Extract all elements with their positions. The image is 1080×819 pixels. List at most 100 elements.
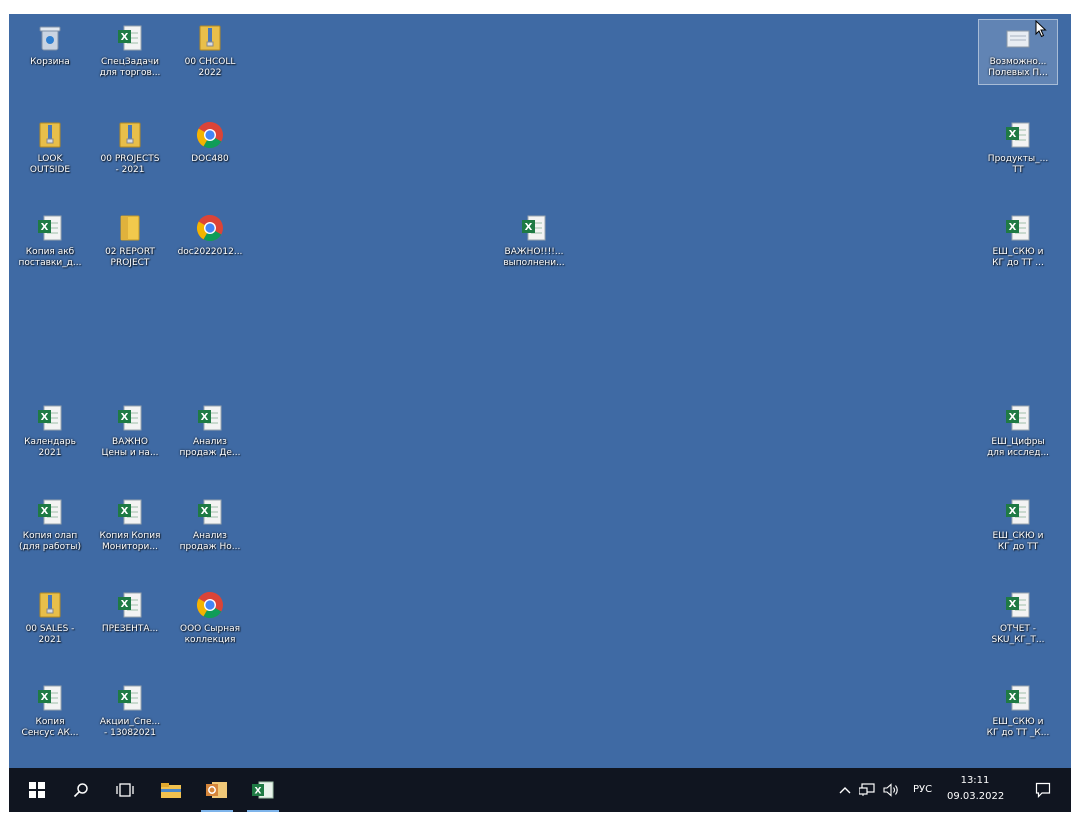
excel-file-icon: X: [35, 212, 65, 244]
mouse-cursor-icon: [1035, 19, 1047, 42]
excel-file-icon: X: [35, 496, 65, 528]
desktop-icon-00-chcoll[interactable]: 00 CHCOLL 2022: [171, 20, 249, 84]
desktop-icon-excel[interactable]: X ЕШ_СКЮ и КГ до ТТ: [979, 494, 1057, 558]
desktop-icon-excel[interactable]: X Копия Копия Монитори...: [91, 494, 169, 558]
desktop-icon-excel[interactable]: X ВАЖНО!!!!... выполнени...: [495, 210, 573, 274]
desktop-icon-00-projects[interactable]: 00 PROJECTS - 2021: [91, 117, 169, 181]
desktop-icon-label: ОТЧЕТ - SKU_КГ_Т...: [991, 624, 1045, 645]
action-center-button[interactable]: [1023, 768, 1063, 812]
desktop-icon-doc2022012[interactable]: doc2022012...: [171, 210, 249, 274]
desktop-icon-excel[interactable]: X ВАЖНО Цены и на...: [91, 400, 169, 464]
desktop-icon-excel[interactable]: X Продукты_... ТТ: [979, 117, 1057, 181]
svg-text:X: X: [41, 506, 49, 517]
desktop[interactable]: Корзина LOOK OUTSIDE X Копия акб поставк…: [9, 14, 1071, 768]
desktop-icon-label: 00 SALES - 2021: [25, 624, 75, 645]
desktop-icon-label: ВАЖНО!!!!... выполнени...: [503, 247, 565, 268]
desktop-icon-00-sales[interactable]: 00 SALES - 2021: [11, 587, 89, 651]
desktop-icon-label: СпецЗадачи для торгов...: [99, 57, 161, 78]
desktop-icon-look-outside[interactable]: LOOK OUTSIDE: [11, 117, 89, 181]
desktop-icon-ooo-syrnaya[interactable]: ООО Сырная коллекция: [171, 587, 249, 651]
excel-file-icon: X: [115, 402, 145, 434]
desktop-icon-label: ООО Сырная коллекция: [179, 624, 241, 645]
desktop-icon-excel[interactable]: X СпецЗадачи для торгов...: [91, 20, 169, 84]
taskbar-outlook[interactable]: [197, 768, 237, 812]
desktop-icon-excel[interactable]: X Копия олап (для работы): [11, 494, 89, 558]
svg-text:X: X: [1009, 222, 1017, 233]
network-button[interactable]: [855, 768, 879, 812]
volume-button[interactable]: [879, 768, 905, 812]
desktop-icon-label: Анализ продаж Де...: [179, 437, 241, 458]
desktop-icon-label: ЕШ_СКЮ и КГ до ТТ: [992, 531, 1044, 552]
svg-text:X: X: [41, 222, 49, 233]
search-button[interactable]: [61, 768, 101, 812]
clock-date: 09.03.2022: [947, 791, 1005, 802]
desktop-icon-excel[interactable]: X ЕШ_Цифры для исслед...: [979, 400, 1057, 464]
taskbar-file-explorer[interactable]: [151, 768, 191, 812]
desktop-icon-label: doc2022012...: [177, 247, 243, 257]
input-language-indicator[interactable]: РУС: [913, 784, 932, 795]
task-view-button[interactable]: [105, 768, 145, 812]
desktop-icon-excel[interactable]: X ЕШ_СКЮ и КГ до ТТ _К...: [979, 680, 1057, 744]
svg-text:X: X: [1009, 412, 1017, 423]
desktop-icon-label: 02 REPORT PROJECT: [105, 247, 155, 268]
svg-text:X: X: [255, 787, 262, 797]
compressed-folder-icon: [195, 22, 225, 54]
outlook-icon: [206, 782, 227, 798]
desktop-icon-excel[interactable]: X Календарь 2021: [11, 400, 89, 464]
desktop-icon-label: Возможно... Полевых П...: [988, 57, 1048, 78]
desktop-icon-doc480[interactable]: DOC480: [171, 117, 249, 181]
svg-text:X: X: [121, 506, 129, 517]
excel-file-icon: X: [1003, 589, 1033, 621]
desktop-icon-label: Календарь 2021: [24, 437, 76, 458]
compressed-folder-icon: [115, 119, 145, 151]
desktop-icon-excel[interactable]: X Анализ продаж Де...: [171, 400, 249, 464]
desktop-icon-excel[interactable]: X Копия Сенсус АК...: [11, 680, 89, 744]
desktop-icon-label: ЕШ_СКЮ и КГ до ТТ _К...: [986, 717, 1050, 738]
file-explorer-icon: [161, 783, 181, 798]
windows-logo-icon: [29, 782, 45, 798]
show-hidden-icons-button[interactable]: [835, 768, 855, 812]
clock[interactable]: 13:11 09.03.2022: [947, 773, 1005, 805]
network-icon: [859, 783, 875, 796]
notification-icon: [1035, 782, 1051, 798]
desktop-icon-label: ВАЖНО Цены и на...: [101, 437, 159, 458]
desktop-icon-02-report-project[interactable]: 02 REPORT PROJECT: [91, 210, 169, 274]
svg-text:X: X: [121, 32, 129, 43]
compressed-folder-icon: [35, 589, 65, 621]
excel-file-icon: X: [35, 402, 65, 434]
desktop-icon-excel[interactable]: X Анализ продаж Но...: [171, 494, 249, 558]
svg-text:X: X: [41, 412, 49, 423]
excel-file-icon: X: [115, 682, 145, 714]
desktop-icon-label: Корзина: [30, 57, 70, 67]
excel-file-icon: X: [195, 402, 225, 434]
desktop-icon-label: DOC480: [191, 154, 229, 164]
task-view-icon: [116, 783, 134, 797]
desktop-icon-label: Копия Сенсус АК...: [21, 717, 79, 738]
desktop-icon-label: ЕШ_Цифры для исслед...: [986, 437, 1050, 458]
svg-text:X: X: [121, 599, 129, 610]
desktop-icon-excel[interactable]: X ОТЧЕТ - SKU_КГ_Т...: [979, 587, 1057, 651]
svg-text:X: X: [1009, 692, 1017, 703]
excel-file-icon: X: [1003, 496, 1033, 528]
chrome-icon: [195, 119, 225, 151]
chevron-up-icon: [839, 787, 851, 794]
excel-file-icon: X: [1003, 119, 1033, 151]
desktop-icon-excel[interactable]: X Копия акб поставки_д...: [11, 210, 89, 274]
excel-file-icon: X: [1003, 212, 1033, 244]
start-button[interactable]: [17, 768, 57, 812]
desktop-icon-recycle-bin[interactable]: Корзина: [11, 20, 89, 84]
desktop-icon-excel[interactable]: X ПРЕЗЕНТА...: [91, 587, 169, 651]
excel-file-icon: X: [1003, 682, 1033, 714]
desktop-icon-excel[interactable]: X ЕШ_СКЮ и КГ до ТТ ...: [979, 210, 1057, 274]
excel-file-icon: X: [1003, 402, 1033, 434]
excel-file-icon: X: [35, 682, 65, 714]
desktop-icon-label: Акции_Спе... - 13082021: [99, 717, 161, 738]
desktop-icon-label: 00 CHCOLL 2022: [184, 57, 236, 78]
desktop-icon-excel[interactable]: X Акции_Спе... - 13082021: [91, 680, 169, 744]
desktop-icon-label: ЕШ_СКЮ и КГ до ТТ ...: [992, 247, 1044, 268]
excel-file-icon: X: [195, 496, 225, 528]
chrome-icon: [195, 589, 225, 621]
desktop-icon-label: ПРЕЗЕНТА...: [101, 624, 159, 634]
taskbar-excel[interactable]: X: [243, 768, 283, 812]
folder-icon: [115, 212, 145, 244]
